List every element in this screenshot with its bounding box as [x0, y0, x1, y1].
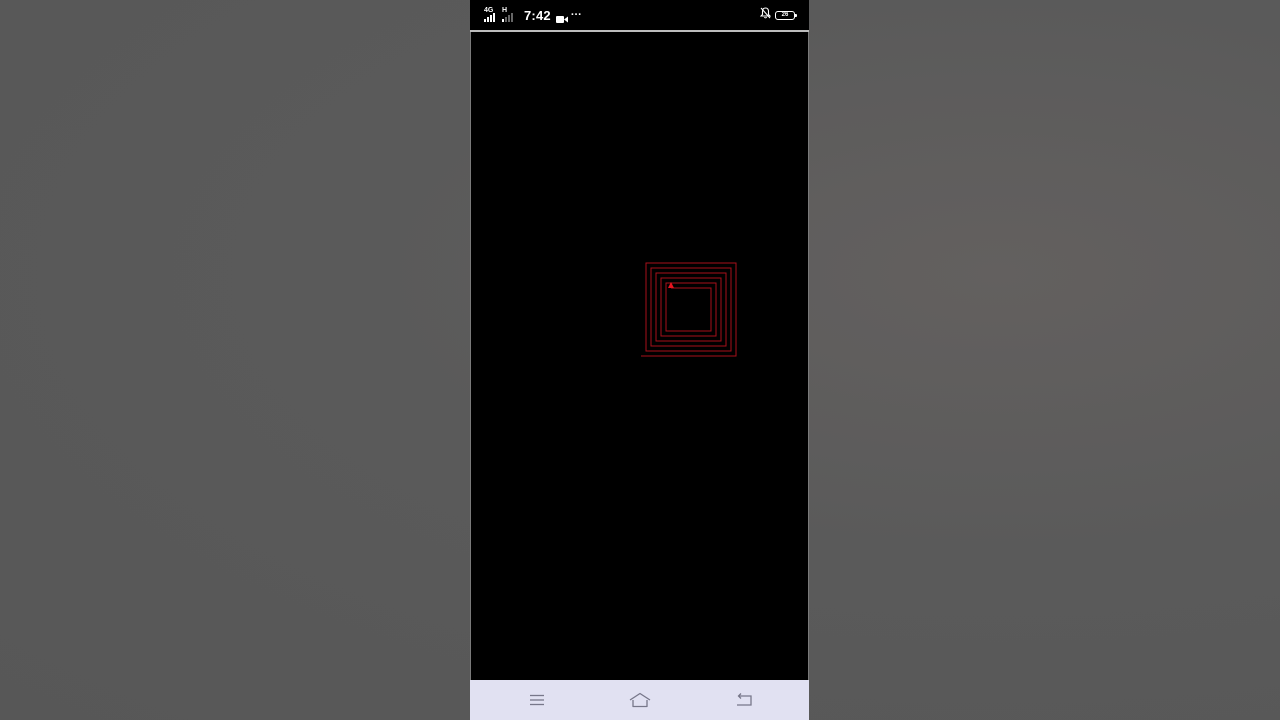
signal-icon: H: [502, 7, 516, 23]
status-left: 4G H 7:42 ···: [484, 7, 582, 23]
screen-left-edge: [470, 32, 471, 680]
hamburger-icon: [530, 694, 544, 706]
status-bar: 4G H 7:42 ··· 26: [470, 0, 809, 30]
spiral-path: [641, 262, 737, 357]
battery-level: 26: [781, 11, 789, 18]
spiral-drawing: [641, 262, 737, 357]
more-dots-icon: ···: [570, 9, 582, 21]
signal-icon: 4G: [484, 7, 498, 23]
back-icon: [737, 693, 752, 706]
clock: 7:42: [524, 7, 551, 23]
status-right: 26: [759, 6, 797, 24]
phone-screen: 4G H 7:42 ··· 26: [470, 0, 809, 720]
drawing-canvas[interactable]: [470, 32, 809, 680]
home-button[interactable]: [629, 690, 651, 710]
signal-bars: [502, 13, 513, 22]
notifications-muted-icon: [759, 6, 775, 24]
home-icon: [629, 692, 651, 708]
signal-bars: [484, 13, 495, 22]
navigation-bar: [470, 680, 809, 720]
menu-button[interactable]: [526, 690, 548, 710]
video-camera-icon: [555, 11, 568, 23]
screen-right-edge: [808, 32, 809, 680]
battery-icon: 26: [775, 10, 797, 20]
back-button[interactable]: [733, 690, 755, 710]
